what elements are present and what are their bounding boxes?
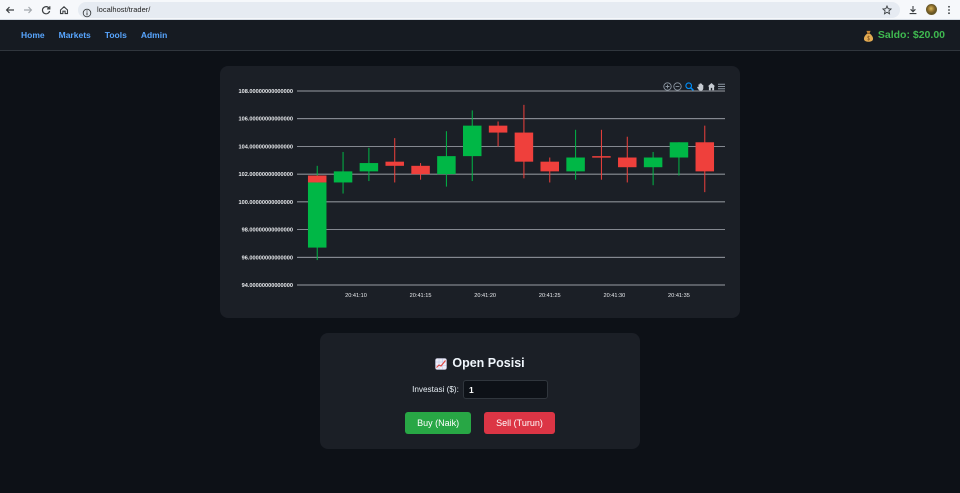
x-tick-label: 20:41:30 [603,293,625,299]
address-bar[interactable]: localhost/trader/ [78,2,900,18]
panel-header: Open Posisi [320,355,640,370]
candle-body [695,142,715,172]
candlestick-chart: 108.00000000000000 106.00000000000000 104.… [239,89,725,299]
site-info-icon[interactable] [82,5,92,18]
nav-link-admin[interactable]: Admin [141,30,167,40]
candle-body [488,125,508,133]
candle-body [669,142,689,158]
candle-bullish [359,147,379,182]
candle-bullish [333,151,353,194]
candle-bearish [540,157,560,183]
y-tick-label: 104.00000000000000 [239,144,293,150]
candle-body [540,161,560,172]
back-icon[interactable] [4,4,16,16]
candle-body [462,125,482,157]
y-tick-label: 94.00000000000000 [242,283,293,289]
y-tick-label: 100.00000000000000 [239,200,293,206]
nav-links: Home Markets Tools Admin [21,20,167,50]
candle-bearish [592,129,611,180]
zoom-out-icon[interactable] [672,78,682,91]
candle-bearish [695,125,715,193]
sell-button[interactable]: Sell (Turun) [484,412,555,434]
pan-icon[interactable] [696,78,705,91]
action-buttons: Buy (Naik) Sell (Turun) [320,412,640,434]
browser-toolbar: localhost/trader/ [0,0,960,20]
candle-body [592,156,611,158]
chart-menu-icon[interactable] [717,78,726,89]
candle-body [307,175,327,183]
y-tick-label: 96.00000000000000 [242,255,293,261]
investment-input[interactable] [462,380,548,399]
y-tick-label: 102.00000000000000 [239,172,293,178]
nav-link-home[interactable]: Home [21,30,45,40]
candle-bearish [411,163,430,180]
chart-increasing-icon [435,357,448,370]
nav-link-markets[interactable]: Markets [59,30,91,40]
url-text[interactable]: localhost/trader/ [97,2,150,18]
investment-row: Investasi ($): [320,380,640,399]
zoom-select-icon[interactable] [684,78,694,91]
candle-bullish [643,151,663,186]
x-tick-label: 20:41:25 [539,293,561,299]
profile-avatar[interactable] [926,4,937,15]
download-icon[interactable] [907,4,919,16]
y-tick-label: 108.00000000000000 [239,89,293,95]
x-tick-label: 20:41:15 [410,293,432,299]
candle-bullish [462,110,482,182]
nav-link-tools[interactable]: Tools [105,30,127,40]
investment-label: Investasi ($): [412,385,459,394]
candle-body [411,165,430,175]
reset-zoom-icon[interactable] [707,78,716,90]
candle-bullish [437,131,456,187]
y-tick-label: 106.00000000000000 [239,117,293,123]
candle-bullish [669,142,689,176]
candle-body [437,156,456,175]
candle-bearish [307,175,327,183]
balance-text: Saldo: $20.00 [877,29,945,41]
y-tick-label: 98.00000000000000 [242,228,293,234]
candle-body [385,161,404,166]
x-axis-labels: 20:41:10 20:41:15 20:41:20 20:41:25 20:41:30… [345,293,690,299]
candle-body [643,157,663,168]
candles [307,104,715,261]
candle-body [618,157,637,168]
candle-body [333,171,353,183]
panel-title: Open Posisi [452,355,525,370]
candle-body [514,132,534,162]
forward-icon[interactable] [22,4,34,16]
price-chart: 108.00000000000000 106.00000000000000 104.… [220,66,740,318]
money-bag-icon [863,29,874,42]
x-tick-label: 20:41:35 [668,293,690,299]
gridlines [297,90,725,286]
candle-bearish [618,136,637,183]
zoom-in-icon[interactable] [662,78,672,91]
home-icon[interactable] [58,4,70,16]
more-menu-icon[interactable] [943,4,955,16]
top-navbar: Home Markets Tools Admin Saldo: $20.00 [0,20,960,51]
candle-body [307,182,327,248]
balance-display: Saldo: $20.00 [863,20,945,50]
candle-bullish [566,129,585,180]
candle-body [566,157,585,172]
buy-button[interactable]: Buy (Naik) [405,412,472,434]
bookmark-star-icon[interactable] [881,4,893,16]
candle-bearish [385,138,404,183]
open-position-panel: Open Posisi Investasi ($): Buy (Naik) Se… [320,333,640,449]
y-axis-labels: 108.00000000000000 106.00000000000000 104.… [239,89,293,289]
x-tick-label: 20:41:10 [345,293,367,299]
candle-bearish [514,104,534,179]
x-tick-label: 20:41:20 [474,293,496,299]
candle-body [359,163,379,172]
candle-bearish [488,121,508,147]
reload-icon[interactable] [40,4,52,16]
